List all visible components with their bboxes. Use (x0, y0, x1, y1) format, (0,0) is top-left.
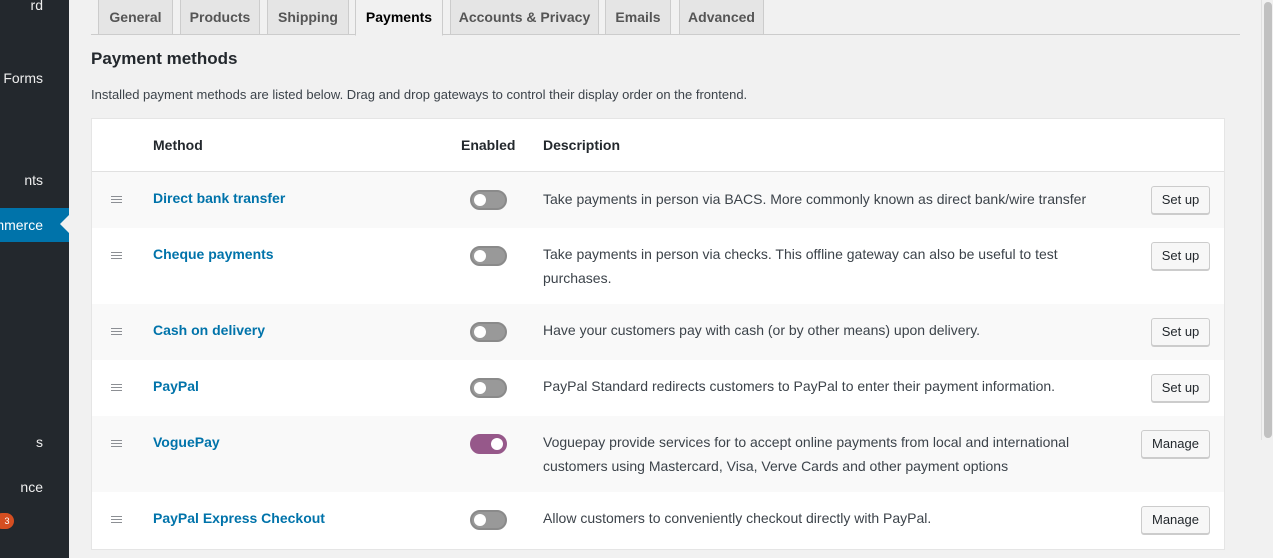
tab-products[interactable]: Products (180, 0, 260, 35)
column-header-method: Method (153, 137, 203, 153)
update-count-badge: 3 (0, 513, 14, 529)
method-description: Allow customers to conveniently checkout… (543, 510, 932, 526)
sidebar-item-products[interactable]: s (36, 425, 69, 459)
method-description: PayPal Standard redirects customers to P… (543, 378, 1056, 394)
table-row: Direct bank transfer Take payments in pe… (92, 172, 1224, 228)
table-header: Method Enabled Description (92, 119, 1224, 172)
sidebar-item-appearance[interactable]: nce (20, 470, 69, 504)
enabled-toggle[interactable] (470, 190, 507, 210)
tab-accounts-privacy[interactable]: Accounts & Privacy (450, 0, 599, 35)
method-name-link[interactable]: Cash on delivery (153, 322, 265, 338)
table-row: Cheque payments Take payments in person … (92, 228, 1224, 304)
sidebar-item-woocommerce[interactable]: mmerce (0, 208, 69, 242)
enabled-toggle[interactable] (470, 510, 507, 530)
method-description: Take payments in person via BACS. More c… (543, 191, 1087, 207)
method-name-link[interactable]: VoguePay (153, 434, 220, 450)
column-header-description: Description (543, 137, 621, 153)
drag-handle-icon[interactable] (111, 516, 122, 525)
sidebar-item-forms[interactable]: Forms (3, 61, 69, 95)
manage-button[interactable]: Manage (1141, 506, 1210, 534)
method-name-link[interactable]: Cheque payments (153, 246, 274, 262)
active-menu-arrow (60, 215, 69, 233)
method-name-link[interactable]: PayPal Express Checkout (153, 510, 325, 526)
tab-general[interactable]: General (98, 0, 173, 35)
drag-handle-icon[interactable] (111, 440, 122, 449)
payment-methods-table: Method Enabled Description Direct bank t… (91, 118, 1225, 550)
manage-button[interactable]: Manage (1141, 430, 1210, 458)
column-header-enabled: Enabled (461, 137, 516, 153)
page-scrollbar[interactable] (1261, 0, 1273, 440)
sidebar-item-comments[interactable]: nts (24, 163, 69, 197)
tab-payments[interactable]: Payments (355, 0, 443, 36)
table-row: Cash on delivery Have your customers pay… (92, 304, 1224, 360)
method-name-link[interactable]: Direct bank transfer (153, 190, 285, 206)
sidebar-item-dashboard[interactable]: rd (31, 0, 69, 22)
drag-handle-icon[interactable] (111, 196, 122, 205)
enabled-toggle[interactable] (470, 434, 507, 454)
section-title: Payment methods (91, 49, 238, 68)
enabled-toggle[interactable] (470, 246, 507, 266)
drag-handle-icon[interactable] (111, 328, 122, 337)
setup-button[interactable]: Set up (1151, 374, 1210, 402)
table-row: VoguePay Voguepay provide services for t… (92, 416, 1224, 492)
method-description: Take payments in person via checks. This… (543, 246, 1058, 286)
method-description: Have your customers pay with cash (or by… (543, 322, 981, 338)
method-name-link[interactable]: PayPal (153, 378, 199, 394)
method-description: Voguepay provide services for to accept … (543, 434, 1070, 474)
setup-button[interactable]: Set up (1151, 186, 1210, 214)
tab-shipping[interactable]: Shipping (267, 0, 349, 35)
tab-advanced[interactable]: Advanced (679, 0, 764, 35)
table-row: PayPal Express Checkout Allow customers … (92, 492, 1224, 550)
admin-sidebar: rd Forms nts mmerce s nce 3 (0, 0, 69, 558)
section-intro: Installed payment methods are listed bel… (91, 87, 748, 102)
drag-handle-icon[interactable] (111, 384, 122, 393)
setup-button[interactable]: Set up (1151, 318, 1210, 346)
settings-tabs: General Products Shipping Payments Accou… (91, 0, 1240, 36)
enabled-toggle[interactable] (470, 322, 507, 342)
enabled-toggle[interactable] (470, 378, 507, 398)
drag-handle-icon[interactable] (111, 252, 122, 261)
table-row: PayPal PayPal Standard redirects custome… (92, 360, 1224, 416)
tab-emails[interactable]: Emails (605, 0, 671, 35)
setup-button[interactable]: Set up (1151, 242, 1210, 270)
scrollbar-thumb[interactable] (1264, 2, 1272, 438)
